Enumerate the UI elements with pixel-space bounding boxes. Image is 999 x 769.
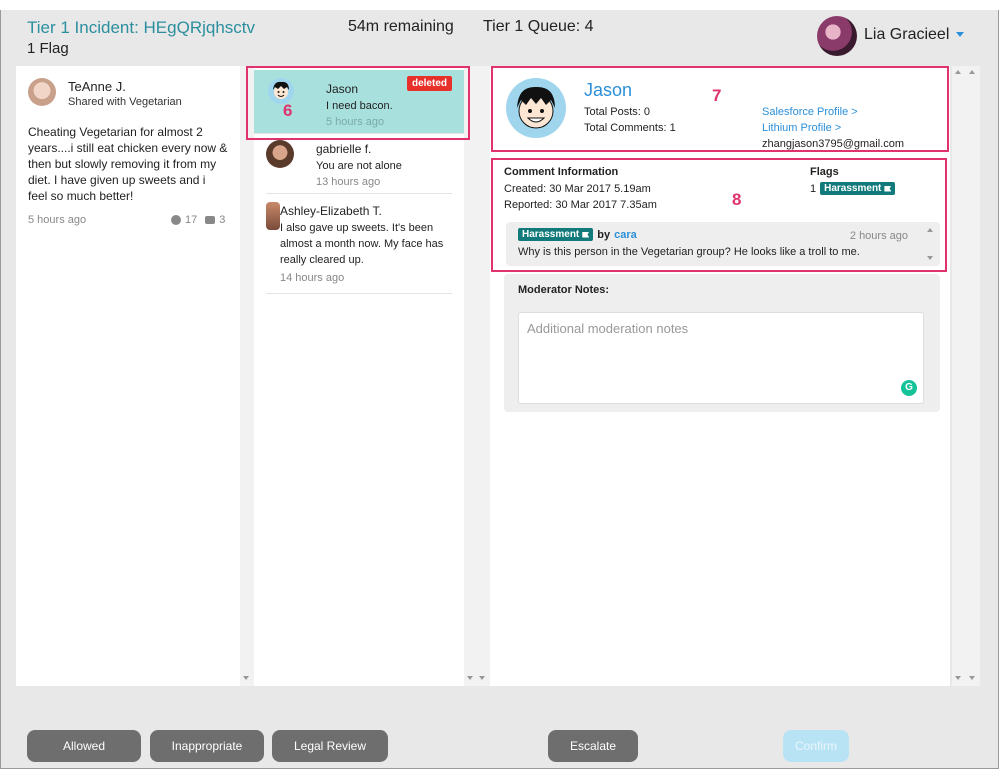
- scroll-down-icon[interactable]: [969, 676, 975, 680]
- comment-icon: [205, 216, 216, 224]
- scrollbar[interactable]: [240, 66, 254, 686]
- annotation-box-8: [491, 158, 947, 272]
- moderator-notes-input[interactable]: [518, 312, 924, 404]
- comment-count: 3: [219, 214, 226, 226]
- escalate-button[interactable]: Escalate: [548, 730, 638, 762]
- scroll-down-icon[interactable]: [467, 676, 473, 680]
- chevron-down-icon[interactable]: [956, 32, 964, 37]
- commenter-name[interactable]: Ashley-Elizabeth T.: [280, 204, 382, 218]
- incident-title[interactable]: Tier 1 Incident: HEgQRjqhsctv: [27, 18, 255, 38]
- commenter-avatar: [266, 140, 294, 168]
- comments-column: Jason deleted I need bacon. 5 hours ago …: [254, 66, 464, 686]
- annotation-box-7: [491, 66, 949, 152]
- scrollbar[interactable]: [966, 66, 980, 686]
- flag-count: 1 Flag: [27, 40, 69, 57]
- annotation-number: 7: [712, 86, 722, 105]
- scroll-down-icon[interactable]: [243, 676, 249, 680]
- user-avatar[interactable]: [817, 16, 857, 56]
- comment-item[interactable]: Ashley-Elizabeth T. I also gave up sweet…: [266, 198, 452, 294]
- post-timestamp: 5 hours ago: [28, 214, 87, 226]
- confirm-button[interactable]: Confirm: [783, 730, 849, 762]
- top-strip: [0, 0, 999, 10]
- annotation-box-6: [246, 66, 470, 140]
- commenter-name[interactable]: gabrielle f.: [316, 142, 371, 156]
- scroll-down-icon[interactable]: [479, 676, 485, 680]
- like-count: 17: [185, 214, 198, 226]
- moderator-notes-panel: Moderator Notes: G: [504, 274, 940, 412]
- incident-header: Tier 1 Incident: HEgQRjqhsctv 1 Flag 54m…: [12, 10, 987, 66]
- time-remaining: 54m remaining: [348, 18, 454, 35]
- comment-timestamp: 13 hours ago: [316, 176, 381, 188]
- commenter-avatar: [266, 202, 280, 230]
- post-shared-with: Shared with Vegetarian: [68, 96, 182, 108]
- comment-timestamp: 14 hours ago: [280, 272, 345, 284]
- moderator-notes-label: Moderator Notes:: [518, 284, 610, 296]
- scroll-up-icon[interactable]: [955, 70, 961, 74]
- scrollbar[interactable]: [952, 66, 966, 686]
- comment-text: I also gave up sweets. It's been almost …: [280, 222, 444, 266]
- post-column: TeAnne J. Shared with Vegetarian Cheatin…: [16, 66, 240, 686]
- scroll-up-icon[interactable]: [969, 70, 975, 74]
- annotation-number: 6: [283, 101, 293, 120]
- smile-icon: [171, 215, 181, 225]
- allowed-button[interactable]: Allowed: [27, 730, 141, 762]
- post-author[interactable]: TeAnne J.: [68, 79, 126, 94]
- comment-item[interactable]: gabrielle f. You are not alone 13 hours …: [266, 136, 452, 194]
- annotation-number: 8: [732, 190, 742, 209]
- post-stats: 17 3: [171, 214, 225, 226]
- inappropriate-button[interactable]: Inappropriate: [150, 730, 264, 762]
- comment-text: You are not alone: [316, 160, 402, 172]
- scroll-down-icon[interactable]: [955, 676, 961, 680]
- post-body: Cheating Vegetarian for almost 2 years..…: [28, 125, 228, 203]
- user-name[interactable]: Lia Gracieel: [864, 26, 949, 44]
- scrollbar[interactable]: [476, 66, 490, 686]
- queue-count: Tier 1 Queue: 4: [483, 18, 594, 35]
- post-author-avatar: [28, 78, 56, 106]
- grammarly-icon[interactable]: G: [901, 380, 917, 396]
- legal-review-button[interactable]: Legal Review: [272, 730, 388, 762]
